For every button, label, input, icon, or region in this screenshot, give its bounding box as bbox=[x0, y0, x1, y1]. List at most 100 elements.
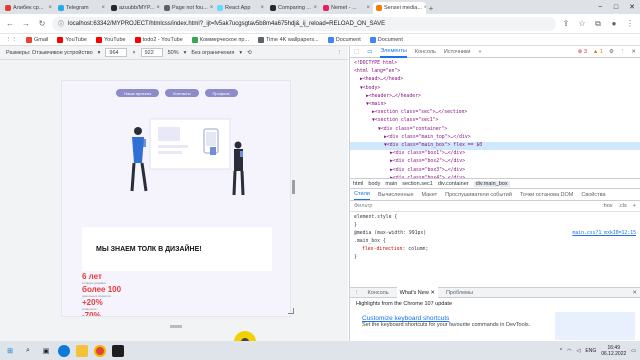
close-tab-icon[interactable]: × bbox=[156, 5, 160, 11]
browser-tab[interactable]: Comparing ... × bbox=[267, 2, 320, 14]
bookmark-item[interactable]: Document bbox=[327, 36, 361, 43]
drawer-tab-issues[interactable]: Проблемы bbox=[446, 290, 473, 296]
dom-node[interactable]: ▼<main> bbox=[350, 101, 640, 109]
drawer-tab-whatsnew[interactable]: What's New ✕ bbox=[396, 287, 438, 298]
add-rule-icon[interactable]: + bbox=[633, 203, 636, 209]
close-drawer-icon[interactable]: ✕ bbox=[632, 290, 637, 296]
reload-icon[interactable]: ↻ bbox=[36, 18, 48, 30]
notifications-icon[interactable]: ▭ bbox=[631, 348, 636, 354]
close-tab-icon[interactable]: × bbox=[366, 5, 370, 11]
dom-node-selected[interactable]: ▼<div class="main_box"> flex == $0 bbox=[350, 142, 640, 151]
wifi-icon[interactable]: ◠ bbox=[567, 348, 571, 354]
dom-node[interactable]: <html lang="en"> bbox=[350, 68, 640, 76]
styles-subtab[interactable]: Вычисленные bbox=[378, 192, 414, 198]
cls-toggle[interactable]: .cls bbox=[619, 203, 627, 209]
bookmark-item[interactable]: Коммерческое пр... bbox=[191, 36, 249, 43]
clock[interactable]: 16:49 06.12.2022 bbox=[601, 345, 626, 357]
close-devtools-icon[interactable]: ✕ bbox=[631, 49, 636, 55]
side-resize-handle[interactable] bbox=[292, 180, 295, 194]
rule-source-link[interactable]: main.css?1_mxkI0=12:15 bbox=[572, 230, 636, 238]
volume-icon[interactable]: ◁ bbox=[577, 348, 581, 354]
close-tab-icon[interactable]: × bbox=[101, 5, 105, 11]
device-mode-icon[interactable]: ▭ bbox=[367, 49, 372, 55]
maximize-button[interactable]: □ bbox=[608, 0, 624, 14]
breadcrumb-item[interactable]: body bbox=[368, 181, 380, 187]
close-tab-icon[interactable]: × bbox=[313, 5, 317, 11]
extensions-icon[interactable]: ⧉ bbox=[592, 18, 604, 30]
tray-chevron-icon[interactable]: ^ bbox=[560, 348, 562, 354]
browser-tab[interactable]: React App × bbox=[214, 2, 267, 14]
throttle-select[interactable]: Без ограничения bbox=[191, 50, 234, 56]
forward-icon[interactable]: → bbox=[20, 18, 32, 30]
zoom-select[interactable]: 50% bbox=[168, 50, 179, 56]
breadcrumb-item[interactable]: html bbox=[353, 181, 363, 187]
nav-projects[interactable]: Наши проекты bbox=[116, 89, 160, 97]
ide-icon[interactable] bbox=[112, 344, 124, 357]
menu-icon[interactable]: ⋮ bbox=[624, 18, 636, 30]
drawer-tab-console[interactable]: Консоль bbox=[368, 290, 389, 296]
breadcrumb-item[interactable]: main bbox=[385, 181, 397, 187]
breadcrumb-item[interactable]: div.main_box bbox=[473, 180, 510, 187]
bookmark-item[interactable]: Gmail bbox=[26, 36, 48, 43]
width-input[interactable]: 964 bbox=[105, 48, 128, 57]
back-icon[interactable]: ← bbox=[4, 18, 16, 30]
styles-subtab[interactable]: Прослушиватели событий bbox=[445, 192, 512, 198]
styles-subtab[interactable]: Точки останова DOM bbox=[520, 192, 573, 198]
rotate-icon[interactable]: ⟲ bbox=[247, 50, 252, 56]
browser-tab[interactable]: Page not fou... × bbox=[161, 2, 214, 14]
browser-tab[interactable]: Telegram × bbox=[55, 2, 108, 14]
nav-profile[interactable]: Профиль bbox=[204, 89, 238, 97]
browser-tab[interactable]: Sensei media... × bbox=[373, 2, 426, 14]
chrome-icon[interactable] bbox=[94, 344, 106, 357]
bookmark-item[interactable]: Document bbox=[369, 36, 403, 43]
dom-node[interactable]: ▶<section class="sec">…</section> bbox=[350, 109, 640, 117]
warning-count[interactable]: ▲ 1 bbox=[593, 49, 603, 55]
styles-subtab[interactable]: Стили bbox=[354, 189, 370, 200]
bookmark-star-icon[interactable]: ☆ bbox=[576, 18, 588, 30]
explorer-icon[interactable] bbox=[76, 344, 88, 357]
start-icon[interactable]: ⊞ bbox=[4, 345, 16, 357]
dom-node[interactable]: ▼<section class="sec1"> bbox=[350, 117, 640, 125]
bookmark-item[interactable]: Time 4K wallpapers... bbox=[258, 36, 319, 43]
close-tab-icon[interactable]: × bbox=[48, 5, 52, 11]
browser-tab[interactable]: Nemet - ... × bbox=[320, 2, 373, 14]
height-input[interactable]: 922 bbox=[140, 48, 163, 57]
tab-console[interactable]: Консоль bbox=[415, 49, 436, 55]
settings-icon[interactable]: ⚙ bbox=[609, 49, 614, 55]
dom-node[interactable]: ▶<header>…</header> bbox=[350, 93, 640, 101]
dom-node[interactable]: ▶<div class="box3">…</div> bbox=[350, 167, 640, 175]
css-property[interactable]: flex-direction bbox=[362, 247, 402, 252]
bookmark-item[interactable]: YouTube bbox=[57, 36, 87, 43]
breadcrumb-item[interactable]: section.sec1 bbox=[402, 181, 433, 187]
language-indicator[interactable]: ENG bbox=[585, 348, 596, 354]
bottom-resize-handle[interactable] bbox=[170, 325, 182, 328]
dom-node[interactable]: ▶<div class="box1">…</div> bbox=[350, 150, 640, 158]
dom-node[interactable]: ▶<div class="main_top">…</div> bbox=[350, 134, 640, 142]
inspect-icon[interactable]: ⬚ bbox=[354, 49, 359, 55]
edge-icon[interactable] bbox=[58, 344, 70, 357]
styles-subtab[interactable]: Свойства bbox=[581, 192, 605, 198]
address-bar[interactable]: ⓘ localhost:63342/MYPROJECT/htmlcss/inde… bbox=[52, 16, 556, 31]
browser-tab[interactable]: azuubb/MYP... × bbox=[108, 2, 161, 14]
new-tab-button[interactable]: + bbox=[426, 2, 436, 14]
dom-node[interactable]: ▶<head>…</head> bbox=[350, 76, 640, 84]
browser-tab[interactable]: Алибек ср... × bbox=[2, 2, 55, 14]
search-icon[interactable]: ⌕ bbox=[22, 345, 34, 357]
dom-node[interactable]: ▶<div class="box2">…</div> bbox=[350, 158, 640, 166]
minimize-button[interactable]: − bbox=[592, 0, 608, 14]
dom-node[interactable]: ▼<body> bbox=[350, 85, 640, 93]
css-value[interactable]: column; bbox=[408, 247, 428, 252]
close-window-button[interactable]: ✕ bbox=[624, 0, 640, 14]
task-view-icon[interactable]: ▣ bbox=[40, 345, 52, 357]
dom-node[interactable]: ▼<div class="container"> bbox=[350, 126, 640, 134]
info-icon[interactable]: ⓘ bbox=[58, 19, 64, 28]
more-options-icon[interactable]: ⋮ bbox=[620, 49, 626, 55]
more-options-icon[interactable]: ⋮ bbox=[337, 50, 343, 56]
close-tab-icon[interactable]: × bbox=[210, 5, 214, 11]
profile-icon[interactable]: ● bbox=[608, 18, 620, 30]
error-count[interactable]: ⊗ 3 bbox=[578, 49, 587, 55]
hov-toggle[interactable]: :hov bbox=[602, 203, 612, 209]
styles-subtab[interactable]: Макет bbox=[422, 192, 438, 198]
close-tab-icon[interactable]: × bbox=[260, 5, 264, 11]
tab-sources[interactable]: Источники bbox=[444, 49, 471, 55]
